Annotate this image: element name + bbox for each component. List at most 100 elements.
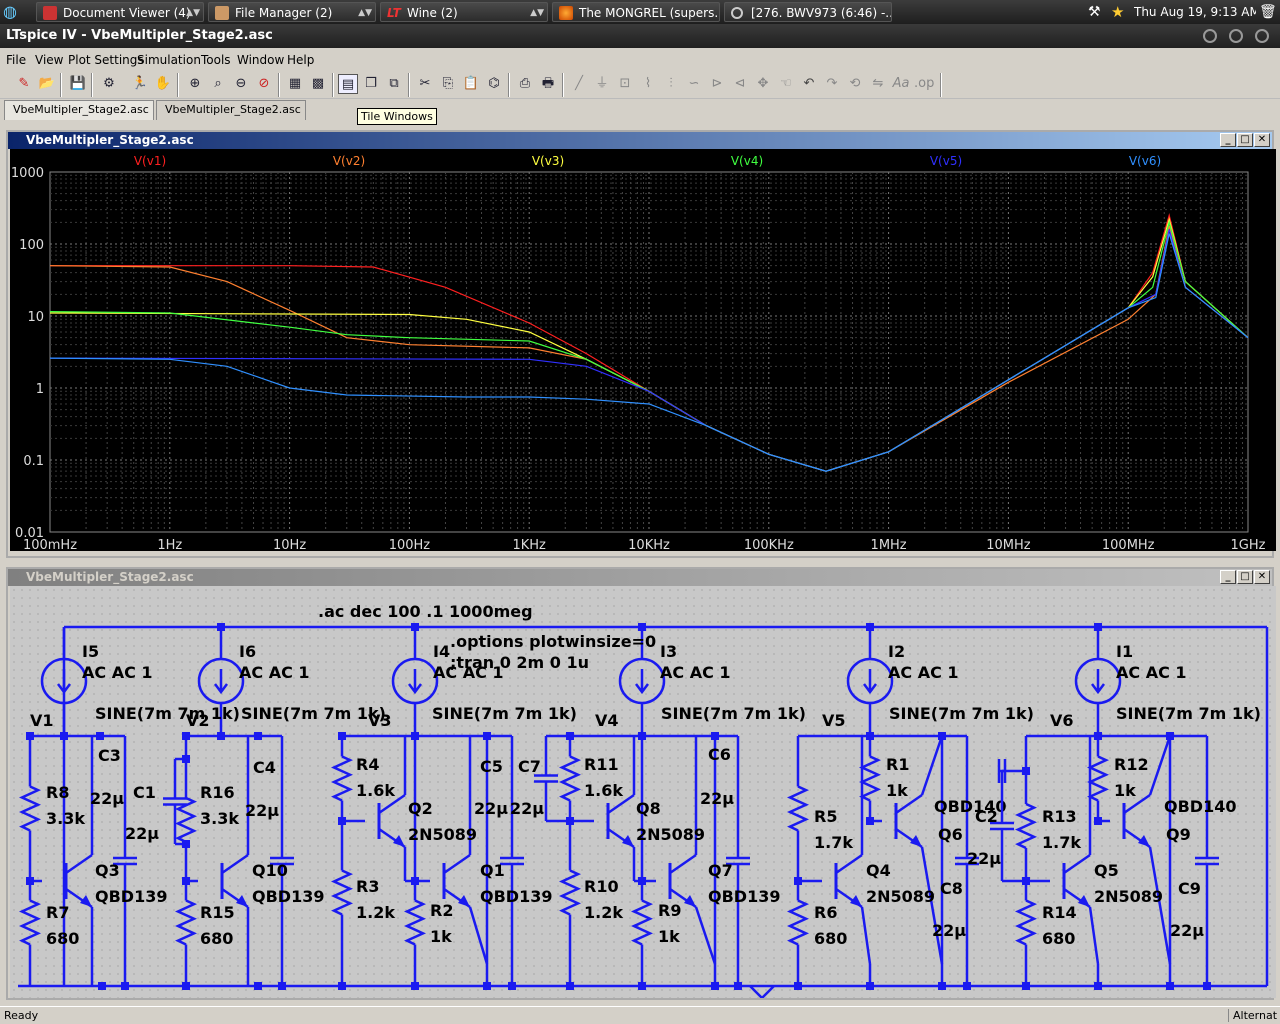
drag-icon[interactable]: ☜ bbox=[776, 74, 796, 94]
capacitor-label: C4 bbox=[253, 758, 276, 777]
open-icon[interactable]: 📂 bbox=[37, 74, 57, 94]
pan-icon[interactable]: ✋ bbox=[153, 74, 173, 94]
find-icon[interactable]: ⌬ bbox=[484, 74, 504, 94]
resistor-symbol[interactable] bbox=[858, 755, 882, 802]
legend-vv3[interactable]: V(v3) bbox=[532, 154, 564, 168]
restore-icon[interactable]: □ bbox=[1237, 570, 1253, 584]
resistor-symbol[interactable] bbox=[330, 869, 354, 916]
schematic-window-titlebar[interactable]: VbeMultipler_Stage2.asc _ □ ✕ bbox=[8, 569, 1272, 586]
resistor-symbol[interactable] bbox=[403, 899, 427, 946]
resistor-symbol[interactable] bbox=[1014, 899, 1038, 946]
run-icon[interactable]: 🏃 bbox=[130, 74, 150, 94]
star-icon[interactable]: ★ bbox=[1111, 2, 1129, 22]
junction bbox=[566, 982, 574, 990]
menu-simulation[interactable]: Simulation bbox=[137, 53, 201, 67]
close-all-icon[interactable]: ⧉ bbox=[384, 74, 404, 94]
diode-icon[interactable]: ⊳ bbox=[707, 74, 727, 94]
close-icon[interactable]: ✕ bbox=[1254, 570, 1270, 584]
close-icon[interactable] bbox=[1255, 29, 1269, 43]
schematic-canvas[interactable]: I5 AC AC 1 I6 AC AC 1 I4 AC AC 1 I3 AC AC 1 I2 AC… bbox=[10, 586, 1276, 998]
zoom-out-icon[interactable]: ⊖ bbox=[231, 74, 251, 94]
legend-vv5[interactable]: V(v5) bbox=[930, 154, 962, 168]
resistor-symbol[interactable] bbox=[1014, 802, 1038, 850]
capacitor-icon[interactable]: ⫶ bbox=[661, 74, 681, 94]
ground-symbol[interactable] bbox=[749, 985, 775, 998]
tile-windows-icon[interactable]: ▤ bbox=[338, 74, 358, 94]
save-icon[interactable]: 💾 bbox=[68, 74, 88, 94]
tab-plot[interactable]: VbeMultipler_Stage2.asc bbox=[4, 100, 154, 120]
zoom-in-icon[interactable]: ⊕ bbox=[185, 74, 205, 94]
legend-vv6[interactable]: V(v6) bbox=[1129, 154, 1161, 168]
text-icon[interactable]: Aa bbox=[891, 74, 911, 94]
undo-icon[interactable]: ↶ bbox=[799, 74, 819, 94]
resistor-symbol[interactable] bbox=[558, 755, 582, 802]
print-setup-icon[interactable]: ⎙ bbox=[515, 74, 535, 94]
network-icon[interactable]: ⚒ bbox=[1088, 2, 1106, 22]
label-net-icon[interactable]: ⊡ bbox=[615, 74, 635, 94]
clock[interactable]: Thu Aug 19, 9:13 AM bbox=[1134, 2, 1256, 22]
resistor-symbol[interactable] bbox=[330, 755, 354, 802]
resistor-symbol[interactable] bbox=[18, 785, 42, 832]
resistor-value: 1k bbox=[886, 781, 908, 800]
junction bbox=[254, 982, 262, 990]
zoom-pan-icon[interactable]: ⌕ bbox=[208, 74, 228, 94]
task-file-manager[interactable]: File Manager (2) ▲▼ bbox=[208, 2, 376, 22]
os-logo-icon[interactable]: ◍ bbox=[3, 2, 23, 22]
minimize-icon[interactable]: _ bbox=[1220, 133, 1236, 147]
wire-icon[interactable]: ╱ bbox=[569, 74, 589, 94]
resistor-symbol[interactable] bbox=[786, 785, 810, 832]
rotate-icon[interactable]: ⟲ bbox=[845, 74, 865, 94]
minimize-icon[interactable] bbox=[1203, 29, 1217, 43]
resistor-symbol[interactable] bbox=[174, 899, 198, 946]
menu-tools[interactable]: Tools bbox=[201, 53, 231, 67]
maximize-icon[interactable] bbox=[1229, 29, 1243, 43]
paste-icon[interactable]: 📋 bbox=[461, 74, 481, 94]
junction bbox=[182, 840, 190, 848]
legend-vv1[interactable]: V(v1) bbox=[134, 154, 166, 168]
cut-icon[interactable]: ✂ bbox=[415, 74, 435, 94]
ground-icon[interactable]: ⏚ bbox=[592, 74, 612, 94]
new-schematic-icon[interactable]: ✎ bbox=[14, 74, 34, 94]
waveform-window-titlebar[interactable]: VbeMultipler_Stage2.asc _ □ ✕ bbox=[8, 132, 1272, 149]
resistor-symbol[interactable] bbox=[18, 899, 42, 946]
cascade-windows-icon[interactable]: ❐ bbox=[361, 74, 381, 94]
close-icon[interactable]: ✕ bbox=[1254, 133, 1270, 147]
resistor-symbol[interactable] bbox=[1086, 755, 1110, 802]
component-icon[interactable]: ⊲ bbox=[730, 74, 750, 94]
menu-plot-settings[interactable]: Plot Settings bbox=[68, 53, 144, 67]
menu-help[interactable]: Help bbox=[287, 53, 314, 67]
print-icon[interactable]: 🖶 bbox=[538, 74, 558, 94]
control-panel-icon[interactable]: ⚙ bbox=[99, 74, 119, 94]
move-icon[interactable]: ✥ bbox=[753, 74, 773, 94]
resistor-symbol[interactable] bbox=[630, 899, 654, 946]
menu-file[interactable]: File bbox=[6, 53, 26, 67]
waveform-plot[interactable]: 100mHz 1Hz 10Hz 100Hz 1KHz 10KHz 100KHz 1MHz 10M… bbox=[10, 149, 1276, 551]
legend-vv2[interactable]: V(v2) bbox=[333, 154, 365, 168]
zoom-fit-icon[interactable]: ⊘ bbox=[254, 74, 274, 94]
copy-icon[interactable]: ⎘ bbox=[438, 74, 458, 94]
spice-directive-icon[interactable]: .op bbox=[914, 74, 934, 94]
toolbar-separator bbox=[562, 73, 564, 97]
legend-vv4[interactable]: V(v4) bbox=[731, 154, 763, 168]
music-icon bbox=[731, 7, 743, 19]
tab-schematic[interactable]: VbeMultipler_Stage2.asc bbox=[156, 100, 306, 120]
restore-icon[interactable]: □ bbox=[1237, 133, 1253, 147]
resistor-icon[interactable]: ⌇ bbox=[638, 74, 658, 94]
x-tick-label: 10KHz bbox=[628, 538, 670, 551]
resistor-symbol[interactable] bbox=[786, 899, 810, 946]
delete-traces-icon[interactable]: ▩ bbox=[308, 74, 328, 94]
task-wine[interactable]: LT Wine (2) ▲▼ bbox=[380, 2, 548, 22]
task-document-viewer[interactable]: Document Viewer (4) ▲▼ bbox=[36, 2, 204, 22]
autorange-icon[interactable]: ▦ bbox=[285, 74, 305, 94]
trash-icon[interactable]: 🗑 bbox=[1259, 2, 1277, 22]
redo-icon[interactable]: ↷ bbox=[822, 74, 842, 94]
menu-view[interactable]: View bbox=[35, 53, 63, 67]
menu-window[interactable]: Window bbox=[237, 53, 284, 67]
minimize-icon[interactable]: _ bbox=[1220, 570, 1236, 584]
resistor-symbol[interactable] bbox=[558, 869, 582, 916]
task-music-player[interactable]: [276. BWV973 (6:46) -... bbox=[724, 2, 892, 22]
inductor-icon[interactable]: ∽ bbox=[684, 74, 704, 94]
status-bar: Ready Alternat bbox=[0, 1006, 1280, 1024]
task-browser[interactable]: The MONGREL (supers... bbox=[552, 2, 720, 22]
mirror-icon[interactable]: ⇋ bbox=[868, 74, 888, 94]
